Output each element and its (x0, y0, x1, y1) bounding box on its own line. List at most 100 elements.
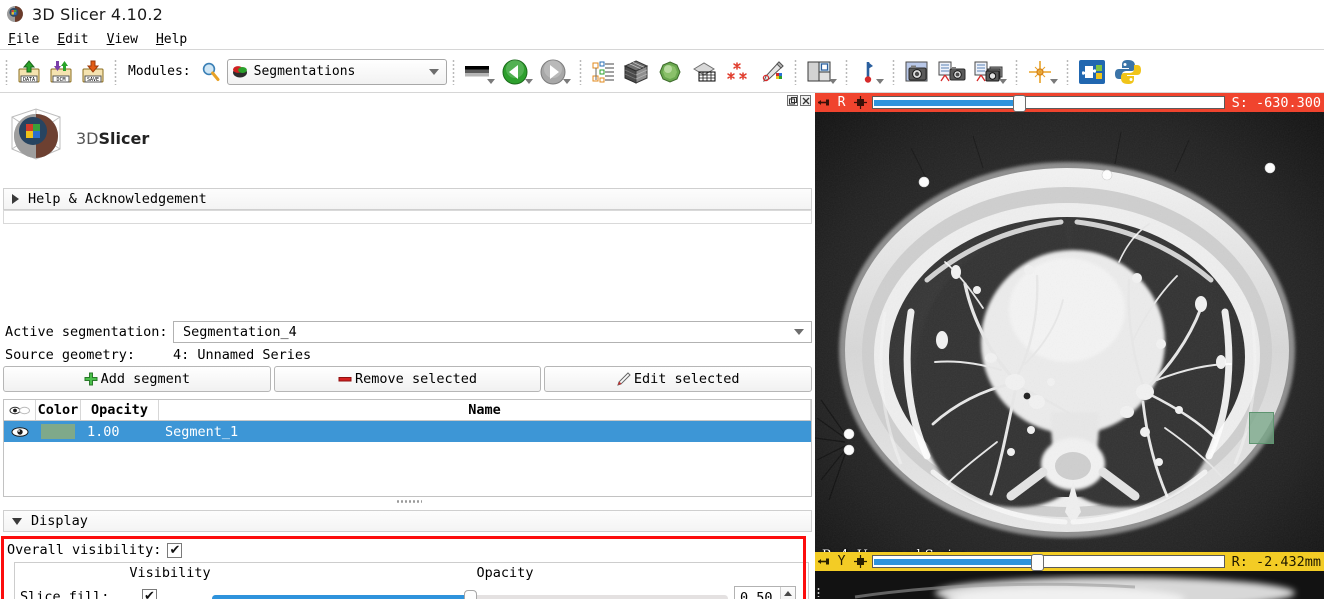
opacity-column-header[interactable]: Opacity (81, 400, 159, 420)
row-name-cell[interactable]: Segment_1 (159, 421, 811, 442)
active-segmentation-label: Active segmentation: (5, 324, 168, 340)
splitter-handle[interactable] (396, 499, 422, 504)
panel-float-button[interactable] (787, 95, 798, 106)
row-visibility-toggle[interactable] (4, 421, 36, 442)
yellow-slice-value: R: -2.432mm (1231, 553, 1321, 570)
eye-toggle-icon (9, 406, 30, 414)
modules-label: Modules: (128, 64, 191, 79)
chevron-down-icon[interactable] (486, 78, 495, 84)
yellow-slice-pin-button[interactable] (815, 552, 832, 571)
save-data-button[interactable]: SAVE (77, 55, 109, 89)
panel-close-button[interactable] (800, 95, 811, 106)
slicer-main-window: 3D Slicer 4.10.2 File Edit View Help DAT… (0, 0, 1324, 599)
segment-overlay-patch[interactable] (1249, 412, 1274, 444)
python-console-button[interactable] (1110, 55, 1146, 89)
display-section-header[interactable]: Display (3, 510, 812, 532)
red-slice-controlbar: R S: -630.300 (815, 93, 1324, 112)
row-opacity-cell[interactable]: 1.00 (81, 421, 159, 442)
load-dicom-button[interactable]: DCM (45, 55, 77, 89)
module-previous-button[interactable] (498, 55, 536, 89)
red-slice-slider[interactable] (872, 95, 1225, 112)
slice-fill-visibility-checkbox[interactable]: ✔ (142, 589, 157, 599)
visibility-header-label: Visibility (129, 565, 211, 581)
slice-viewer[interactable]: R S: -630.300 Y R: -2.432mm (815, 93, 1324, 599)
slicer-brand: 3DSlicer (8, 107, 149, 169)
menu-view[interactable]: View (107, 32, 138, 47)
menu-file[interactable]: File (8, 32, 39, 47)
active-segmentation-combo[interactable]: Segmentation_4 (173, 321, 812, 343)
spin-up-icon[interactable] (784, 591, 792, 596)
screenshot-button[interactable] (900, 55, 934, 89)
window-level-button[interactable] (460, 55, 498, 89)
slice-fill-opacity-spinbox[interactable]: 0.50 (734, 586, 796, 599)
red-slice-visibility-button[interactable] (851, 96, 870, 109)
segmentations-module-icon (232, 66, 247, 78)
volume-rendering-button[interactable] (619, 55, 653, 89)
red-slice-orientation-letter[interactable]: R (832, 95, 851, 110)
row-color-cell[interactable] (36, 421, 81, 442)
module-next-button[interactable] (536, 55, 574, 89)
slider-handle[interactable] (1030, 554, 1044, 571)
yellow-slice-visibility-button[interactable] (851, 555, 870, 568)
scene-views-button[interactable] (970, 55, 1010, 89)
edit-selected-button[interactable]: Edit selected (544, 366, 813, 392)
spinbox-buttons[interactable] (780, 587, 795, 599)
load-data-button[interactable]: DATA (13, 55, 45, 89)
toolbar-separator (793, 58, 797, 85)
slice-fill-opacity-slider[interactable] (212, 590, 728, 599)
chevron-down-icon[interactable] (828, 78, 837, 84)
overall-visibility-checkbox[interactable]: ✔ (167, 542, 183, 558)
chevron-down-icon[interactable] (524, 78, 533, 84)
add-segment-button[interactable]: Add segment (3, 366, 271, 392)
chevron-down-icon[interactable] (1049, 78, 1058, 84)
slider-fill (874, 559, 1032, 565)
table-row[interactable]: 1.00 Segment_1 (4, 421, 811, 442)
color-column-header[interactable]: Color (36, 400, 81, 420)
slider-handle[interactable] (1013, 95, 1027, 112)
yellow-slice-controlbar: Y R: -2.432mm (815, 552, 1324, 571)
crosshair-button[interactable] (1023, 55, 1061, 89)
grid-model-button[interactable] (687, 55, 721, 89)
chevron-down-icon (12, 517, 22, 525)
yellow-slice-slider[interactable] (872, 554, 1225, 571)
segments-table[interactable]: Color Opacity Name 1.00 Segment_1 (3, 399, 812, 497)
extension-manager-button[interactable] (1074, 55, 1110, 89)
help-acknowledgement-section[interactable]: Help & Acknowledgement (3, 188, 812, 210)
crosshair-marker-button[interactable] (853, 55, 887, 89)
chevron-down-icon (794, 329, 804, 335)
remove-selected-button[interactable]: Remove selected (273, 366, 542, 392)
module-search-button[interactable] (197, 55, 225, 89)
slider-handle[interactable] (464, 590, 477, 599)
name-column-header[interactable]: Name (159, 400, 811, 420)
active-segmentation-value: Segmentation_4 (183, 324, 297, 340)
ct-axial-chest-image (815, 112, 1324, 580)
opacity-header-label: Opacity (476, 565, 534, 581)
yellow-slice-orientation-letter[interactable]: Y (832, 554, 851, 569)
layout-button[interactable] (802, 55, 840, 89)
scene-view-capture-button[interactable] (934, 55, 970, 89)
chevron-down-icon[interactable] (998, 78, 1007, 84)
subject-hierarchy-button[interactable] (587, 55, 619, 89)
menu-edit[interactable]: Edit (57, 32, 88, 47)
markups-button[interactable] (721, 55, 755, 89)
camera-icon (905, 61, 928, 81)
red-slice-pin-button[interactable] (815, 93, 832, 112)
menu-help[interactable]: Help (156, 32, 187, 47)
menu-help-rest: elp (163, 31, 188, 47)
overall-visibility-row: Overall visibility: ✔ (3, 540, 809, 560)
pencil-icon (617, 371, 631, 386)
ct-image[interactable] (815, 112, 1324, 580)
module-selector-combo[interactable]: Segmentations (226, 58, 447, 85)
models-button[interactable] (653, 55, 687, 89)
next-slice-view-sliver[interactable] (815, 571, 1324, 599)
module-selector-value: Segmentations (253, 64, 356, 79)
chevron-down-icon[interactable] (562, 78, 571, 84)
chevron-down-icon[interactable] (875, 78, 884, 84)
visibility-column-header[interactable] (4, 400, 36, 420)
annotations-button[interactable] (755, 55, 789, 89)
menu-view-rest: iew (114, 31, 138, 47)
toolbar-separator (1065, 58, 1069, 85)
viewer-corner-dots (817, 587, 820, 597)
cube-icon (623, 59, 648, 84)
title-bar: 3D Slicer 4.10.2 (0, 0, 1324, 28)
